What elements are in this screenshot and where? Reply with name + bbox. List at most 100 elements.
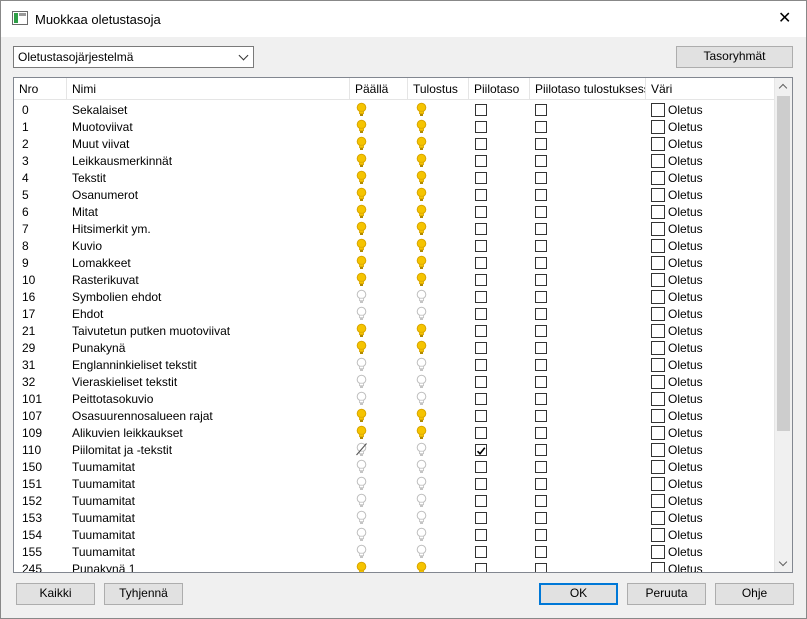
lightbulb-on-icon[interactable] [356, 153, 367, 169]
column-header-name[interactable]: Nimi [67, 78, 350, 100]
hidden-in-print-checkbox[interactable] [535, 172, 547, 184]
lightbulb-off-icon[interactable] [356, 527, 367, 543]
hidden-layer-checkbox[interactable] [475, 223, 487, 235]
hidden-layer-checkbox[interactable] [475, 325, 487, 337]
lightbulb-on-icon[interactable] [356, 204, 367, 220]
lightbulb-off-icon[interactable] [356, 493, 367, 509]
table-row[interactable]: 109 Alikuvien leikkaukset Oletus [14, 425, 774, 442]
table-row[interactable]: 21 Taivutetun putken muotoviivat Oletus [14, 323, 774, 340]
lightbulb-on-icon[interactable] [416, 323, 427, 339]
scroll-down-button[interactable] [775, 555, 792, 572]
table-row[interactable]: 32 Vieraskieliset tekstit Oletus [14, 374, 774, 391]
table-row[interactable]: 8 Kuvio Oletus [14, 238, 774, 255]
color-swatch[interactable] [651, 239, 665, 253]
table-row[interactable]: 10 Rasterikuvat Oletus [14, 272, 774, 289]
table-row[interactable]: 107 Osasuurennosalueen rajat Oletus [14, 408, 774, 425]
color-swatch[interactable] [651, 392, 665, 406]
color-swatch[interactable] [651, 205, 665, 219]
hidden-layer-checkbox[interactable] [475, 393, 487, 405]
column-header-hidden-in-print[interactable]: Piilotaso tulostuksessa [530, 78, 646, 100]
vertical-scrollbar[interactable] [774, 78, 792, 572]
hidden-in-print-checkbox[interactable] [535, 325, 547, 337]
color-swatch[interactable] [651, 358, 665, 372]
clear-button[interactable]: Tyhjennä [104, 583, 183, 605]
lightbulb-off-icon[interactable] [416, 442, 427, 458]
lightbulb-off-icon[interactable] [416, 391, 427, 407]
lightbulb-off-icon[interactable] [416, 357, 427, 373]
hidden-layer-checkbox[interactable] [475, 512, 487, 524]
hidden-layer-checkbox[interactable] [475, 155, 487, 167]
table-row[interactable]: 245 Punakynä 1 Oletus [14, 561, 774, 572]
color-swatch[interactable] [651, 341, 665, 355]
lightbulb-off-icon[interactable] [416, 527, 427, 543]
lightbulb-off-icon[interactable] [416, 544, 427, 560]
lightbulb-on-icon[interactable] [416, 153, 427, 169]
color-swatch[interactable] [651, 494, 665, 508]
table-row[interactable]: 154 Tuumamitat Oletus [14, 527, 774, 544]
lightbulb-off-icon[interactable] [416, 374, 427, 390]
lightbulb-off-icon[interactable] [356, 374, 367, 390]
lightbulb-off-icon[interactable] [356, 544, 367, 560]
hidden-in-print-checkbox[interactable] [535, 546, 547, 558]
hidden-in-print-checkbox[interactable] [535, 189, 547, 201]
color-swatch[interactable] [651, 443, 665, 457]
hidden-layer-checkbox[interactable] [475, 427, 487, 439]
lightbulb-disabled-icon[interactable] [356, 442, 367, 458]
table-row[interactable]: 150 Tuumamitat Oletus [14, 459, 774, 476]
lightbulb-off-icon[interactable] [416, 306, 427, 322]
table-row[interactable]: 151 Tuumamitat Oletus [14, 476, 774, 493]
table-row[interactable]: 2 Muut viivat Oletus [14, 136, 774, 153]
hidden-in-print-checkbox[interactable] [535, 257, 547, 269]
hidden-layer-checkbox[interactable] [475, 563, 487, 572]
table-row[interactable]: 4 Tekstit Oletus [14, 170, 774, 187]
hidden-in-print-checkbox[interactable] [535, 240, 547, 252]
color-swatch[interactable] [651, 120, 665, 134]
hidden-in-print-checkbox[interactable] [535, 223, 547, 235]
hidden-in-print-checkbox[interactable] [535, 461, 547, 473]
color-swatch[interactable] [651, 154, 665, 168]
hidden-layer-checkbox[interactable] [475, 274, 487, 286]
lightbulb-on-icon[interactable] [356, 255, 367, 271]
table-row[interactable]: 7 Hitsimerkit ym. Oletus [14, 221, 774, 238]
table-row[interactable]: 110 Piilomitat ja -tekstit Oletus [14, 442, 774, 459]
hidden-layer-checkbox[interactable] [475, 104, 487, 116]
hidden-layer-checkbox[interactable] [475, 461, 487, 473]
lightbulb-on-icon[interactable] [416, 408, 427, 424]
column-header-hidden[interactable]: Piilotaso [469, 78, 530, 100]
table-row[interactable]: 6 Mitat Oletus [14, 204, 774, 221]
table-row[interactable]: 1 Muotoviivat Oletus [14, 119, 774, 136]
hidden-in-print-checkbox[interactable] [535, 291, 547, 303]
lightbulb-off-icon[interactable] [416, 493, 427, 509]
column-header-print[interactable]: Tulostus [408, 78, 469, 100]
color-swatch[interactable] [651, 307, 665, 321]
table-row[interactable]: 0 Sekalaiset Oletus [14, 102, 774, 119]
close-button[interactable]: ✕ [760, 1, 806, 37]
hidden-in-print-checkbox[interactable] [535, 393, 547, 405]
lightbulb-on-icon[interactable] [356, 102, 367, 118]
lightbulb-on-icon[interactable] [356, 221, 367, 237]
column-header-color[interactable]: Väri [646, 78, 774, 100]
lightbulb-on-icon[interactable] [416, 187, 427, 203]
hidden-layer-checkbox[interactable] [475, 495, 487, 507]
lightbulb-on-icon[interactable] [416, 238, 427, 254]
lightbulb-on-icon[interactable] [356, 561, 367, 572]
lightbulb-on-icon[interactable] [416, 255, 427, 271]
hidden-in-print-checkbox[interactable] [535, 410, 547, 422]
color-swatch[interactable] [651, 273, 665, 287]
table-row[interactable]: 16 Symbolien ehdot Oletus [14, 289, 774, 306]
hidden-layer-checkbox[interactable] [475, 529, 487, 541]
help-button[interactable]: Ohje [715, 583, 794, 605]
hidden-layer-checkbox[interactable] [475, 257, 487, 269]
color-swatch[interactable] [651, 324, 665, 338]
lightbulb-off-icon[interactable] [356, 306, 367, 322]
lightbulb-on-icon[interactable] [416, 170, 427, 186]
hidden-in-print-checkbox[interactable] [535, 308, 547, 320]
color-swatch[interactable] [651, 511, 665, 525]
table-row[interactable]: 153 Tuumamitat Oletus [14, 510, 774, 527]
lightbulb-on-icon[interactable] [356, 119, 367, 135]
lightbulb-on-icon[interactable] [416, 204, 427, 220]
lightbulb-on-icon[interactable] [416, 221, 427, 237]
table-row[interactable]: 29 Punakynä Oletus [14, 340, 774, 357]
hidden-in-print-checkbox[interactable] [535, 138, 547, 150]
hidden-layer-checkbox[interactable] [475, 189, 487, 201]
